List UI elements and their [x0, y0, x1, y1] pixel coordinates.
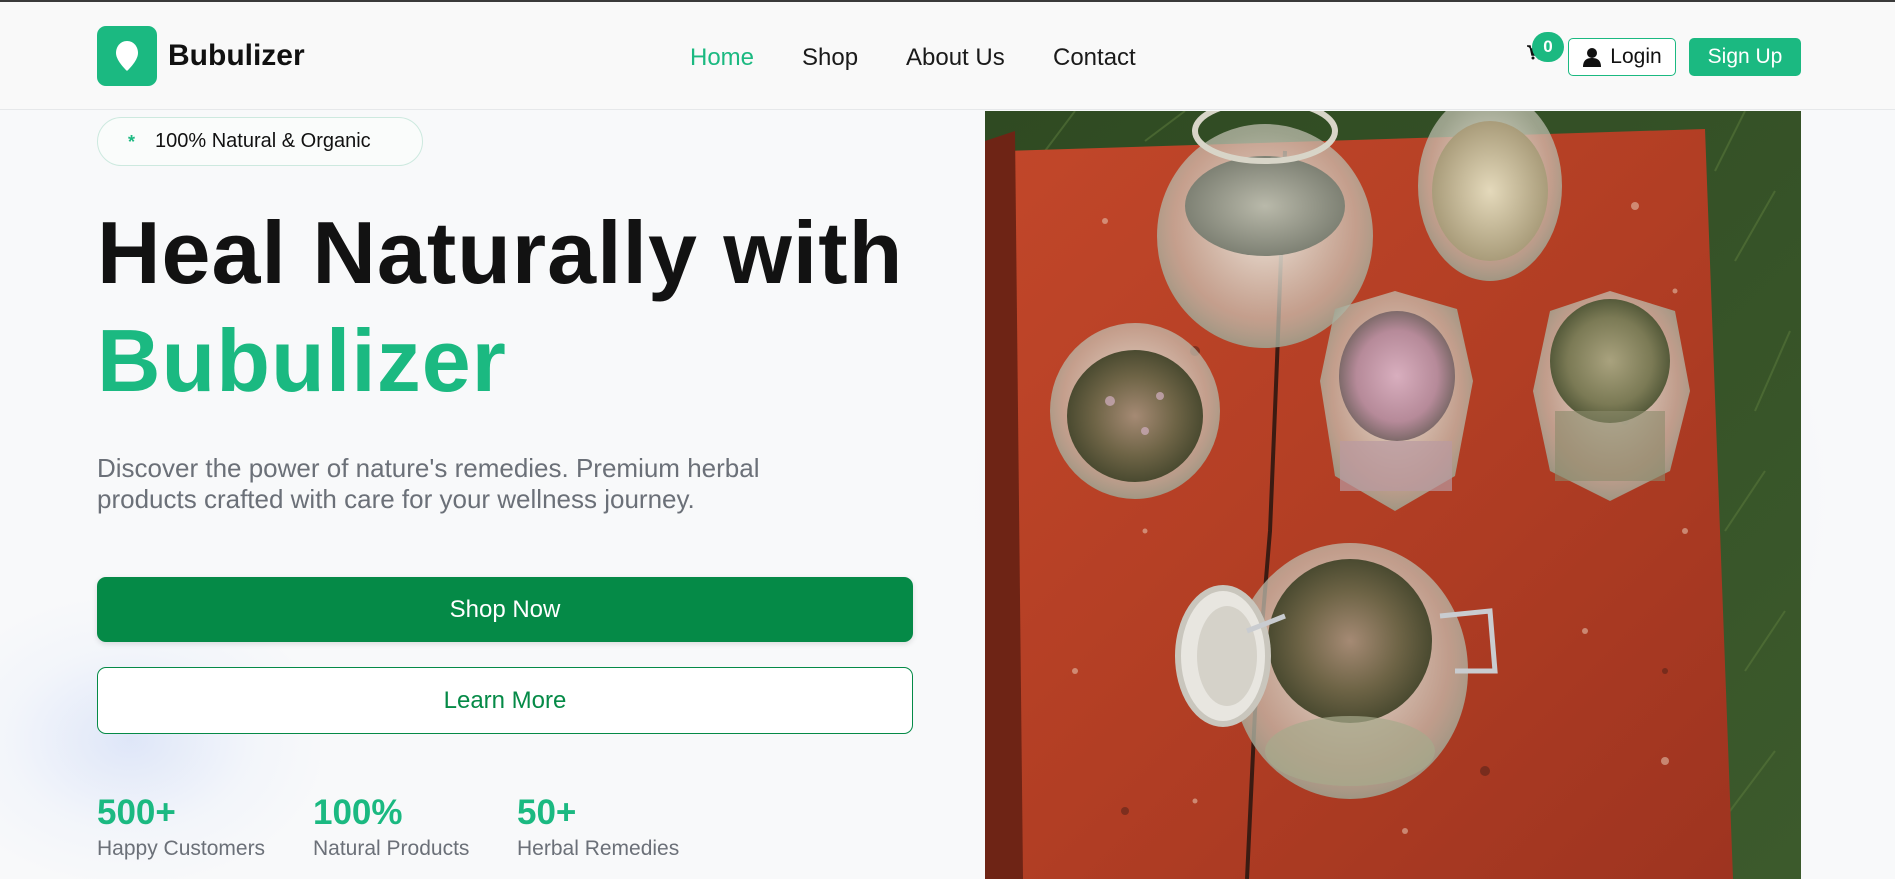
login-button[interactable]: Login: [1568, 38, 1676, 76]
nav-about-us[interactable]: About Us: [906, 44, 1005, 72]
stat-products-value: 100%: [313, 793, 403, 832]
nav-shop[interactable]: Shop: [802, 44, 858, 72]
stat-customers-value: 500+: [97, 793, 176, 832]
shop-now-button[interactable]: Shop Now: [97, 577, 913, 642]
login-label: Login: [1610, 45, 1662, 68]
stat-customers-label: Happy Customers: [97, 837, 266, 860]
brand-name[interactable]: Bubulizer: [168, 39, 305, 73]
hero-title-accent: Bubulizer: [97, 311, 507, 410]
logo-icon[interactable]: [97, 26, 157, 86]
hero-title: Heal Naturally with: [97, 203, 904, 302]
hero-description: Discover the power of nature's remedies.…: [97, 453, 760, 514]
hero-image-herb-jars: [985, 111, 1801, 879]
star-icon: *: [128, 131, 136, 152]
nav-contact[interactable]: Contact: [1053, 44, 1136, 72]
badge-text: 100% Natural & Organic: [155, 130, 371, 152]
cart-button[interactable]: 0: [1526, 32, 1564, 64]
stat-remedies-value: 50+: [517, 793, 577, 832]
cart-count-badge: 0: [1532, 32, 1564, 62]
signup-button[interactable]: Sign Up: [1689, 38, 1801, 76]
natural-organic-badge: * 100% Natural & Organic: [97, 117, 423, 166]
user-icon: [1583, 48, 1602, 67]
stat-remedies-label: Herbal Remedies: [517, 837, 680, 860]
nav-home[interactable]: Home: [690, 44, 754, 72]
learn-more-button[interactable]: Learn More: [97, 667, 913, 734]
site-header: Bubulizer Home Shop About Us Contact 0 L…: [0, 2, 1895, 110]
stat-products-label: Natural Products: [313, 837, 470, 860]
